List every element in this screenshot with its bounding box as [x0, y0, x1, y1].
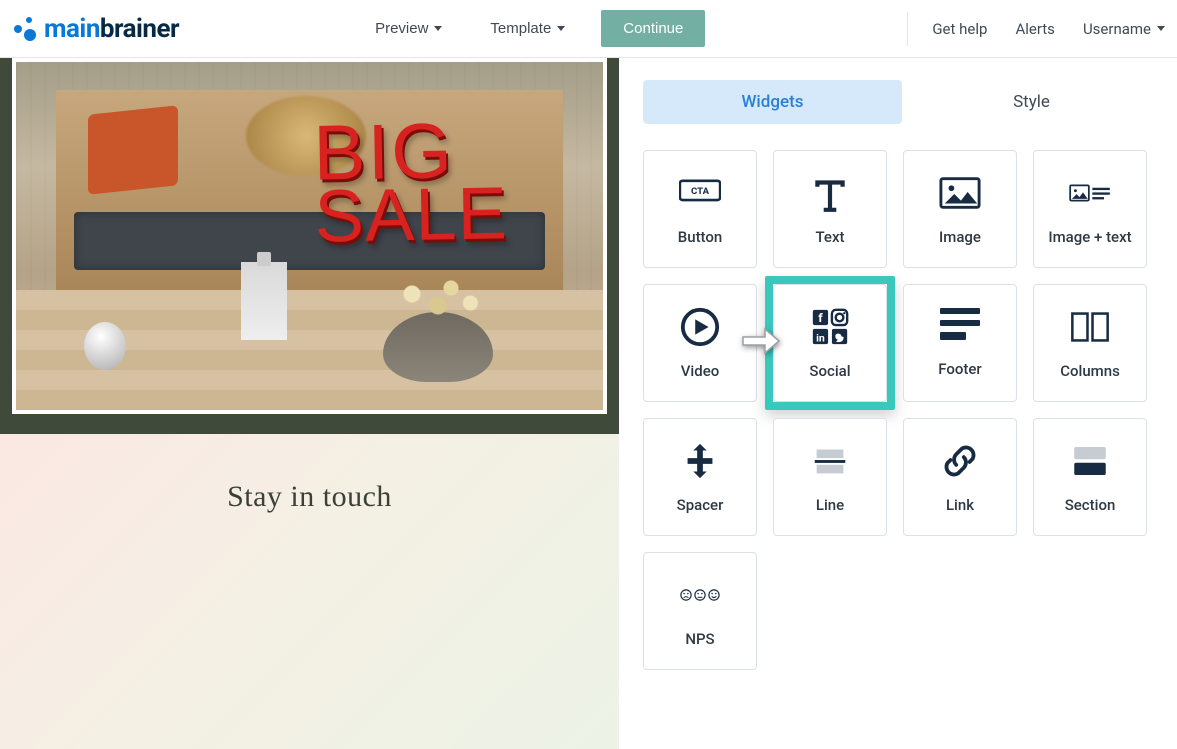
footer-icon	[940, 308, 980, 346]
widget-label: Columns	[1060, 362, 1120, 380]
widget-label: Video	[681, 362, 720, 380]
big-sale-text: BIG SALE	[313, 116, 508, 249]
widget-footer[interactable]: Footer	[903, 284, 1017, 402]
text-icon	[809, 172, 851, 214]
widget-label: Button	[678, 228, 723, 246]
image-text-icon	[1069, 172, 1111, 214]
sale-line-2: SALE	[314, 183, 508, 249]
spacer-icon	[679, 440, 721, 482]
hero-image[interactable]: BIG SALE	[12, 58, 607, 414]
line-icon	[809, 440, 851, 482]
link-icon	[939, 440, 981, 482]
widget-social[interactable]: f in Social	[773, 284, 887, 402]
widget-label: Line	[816, 496, 844, 514]
template-dropdown[interactable]: Template	[478, 10, 577, 47]
stay-in-touch-section[interactable]: Stay in touch	[0, 434, 619, 749]
tab-widgets[interactable]: Widgets	[643, 80, 902, 124]
caret-down-icon	[1157, 26, 1165, 31]
tab-style[interactable]: Style	[902, 80, 1161, 124]
svg-text:CTA: CTA	[691, 186, 710, 197]
widget-image-text[interactable]: Image + text	[1033, 150, 1147, 268]
arrow-callout-icon	[741, 327, 781, 359]
widget-label: Image	[939, 228, 981, 246]
widget-section[interactable]: Section	[1033, 418, 1147, 536]
widget-label: Link	[946, 496, 974, 514]
username-dropdown[interactable]: Username	[1083, 20, 1165, 38]
widget-label: Spacer	[677, 496, 724, 514]
canvas-column: BIG SALE Stay in touch	[0, 58, 619, 741]
widget-label: Footer	[938, 360, 981, 378]
widget-grid: CTA Button Text Image Image + text Video	[643, 150, 1161, 670]
columns-icon	[1069, 306, 1111, 348]
image-icon	[939, 172, 981, 214]
preview-dropdown[interactable]: Preview	[363, 10, 454, 47]
svg-text:f: f	[818, 311, 823, 326]
cta-button-icon: CTA	[679, 172, 721, 214]
alerts-link[interactable]: Alerts	[1015, 20, 1055, 38]
widget-social-highlighted: f in Social	[773, 284, 887, 402]
widget-label: NPS	[685, 630, 714, 648]
widget-video[interactable]: Video	[643, 284, 757, 402]
widget-text[interactable]: Text	[773, 150, 887, 268]
topbar: mainbrainer Preview Template Continue Ge…	[0, 0, 1177, 58]
username-label: Username	[1083, 20, 1151, 38]
right-panel: Widgets Style CTA Button Text Image Imag…	[619, 58, 1177, 741]
brand-logo[interactable]: mainbrainer	[12, 14, 179, 44]
widget-columns[interactable]: Columns	[1033, 284, 1147, 402]
widget-link[interactable]: Link	[903, 418, 1017, 536]
topbar-right: Get help Alerts Username	[907, 12, 1165, 46]
widget-nps[interactable]: NPS	[643, 552, 757, 670]
workspace: BIG SALE Stay in touch Widgets Style CTA…	[0, 58, 1177, 741]
social-icon: f in	[809, 306, 851, 348]
brand-sub: brainer	[100, 14, 179, 44]
get-help-link[interactable]: Get help	[932, 20, 987, 38]
continue-button[interactable]: Continue	[601, 10, 705, 47]
widget-label: Text	[815, 228, 844, 246]
stay-in-touch-heading: Stay in touch	[0, 480, 619, 514]
nps-icon	[679, 574, 721, 616]
video-icon	[679, 306, 721, 348]
panel-tabs: Widgets Style	[643, 80, 1161, 124]
widget-button[interactable]: CTA Button	[643, 150, 757, 268]
widget-label: Section	[1065, 496, 1116, 514]
section-icon	[1069, 440, 1111, 482]
caret-down-icon	[434, 26, 442, 31]
logo-dots-icon	[12, 16, 38, 42]
widget-spacer[interactable]: Spacer	[643, 418, 757, 536]
template-label: Template	[490, 20, 551, 37]
email-canvas[interactable]: BIG SALE	[0, 58, 619, 434]
widget-image[interactable]: Image	[903, 150, 1017, 268]
preview-label: Preview	[375, 20, 428, 37]
caret-down-icon	[557, 26, 565, 31]
widget-label: Image + text	[1048, 228, 1131, 246]
widget-label: Social	[809, 362, 850, 380]
brand-main: main	[44, 14, 100, 44]
topbar-center: Preview Template Continue	[179, 10, 889, 47]
widget-line[interactable]: Line	[773, 418, 887, 536]
svg-text:in: in	[816, 331, 825, 344]
